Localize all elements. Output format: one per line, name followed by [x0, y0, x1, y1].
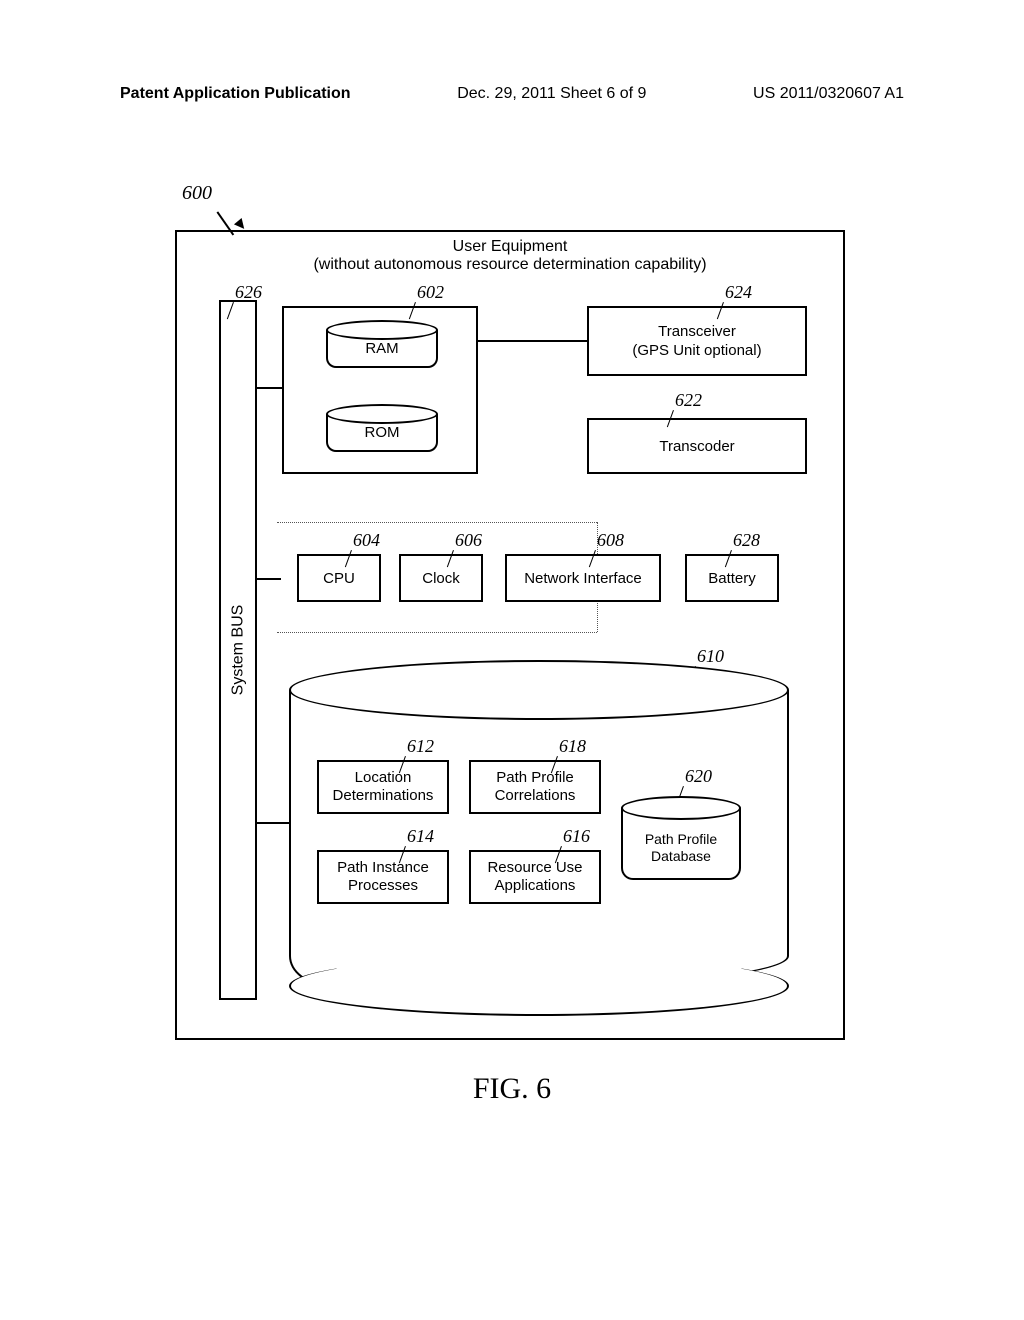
page-header: Patent Application Publication Dec. 29, … — [0, 85, 1024, 103]
ref-604: 604 — [353, 530, 380, 551]
ref-622: 622 — [675, 390, 702, 411]
path-instance-processes-box: Path Instance Processes — [317, 850, 449, 904]
resource-use-applications-box: Resource Use Applications — [469, 850, 601, 904]
clock-box: Clock — [399, 554, 483, 602]
clock-label: Clock — [422, 570, 460, 587]
header-right: US 2011/0320607 A1 — [753, 85, 904, 103]
cpu-box: CPU — [297, 554, 381, 602]
ram-cylinder-top — [326, 320, 438, 340]
ref-602: 602 — [417, 282, 444, 303]
system-bus-label: System BUS — [229, 605, 247, 696]
bus-connector-1 — [257, 387, 282, 389]
user-equipment-box: User Equipment (without autonomous resou… — [175, 230, 845, 1040]
ram-label: RAM — [365, 340, 398, 357]
transcoder-box: Transcoder — [587, 418, 807, 474]
ref-626: 626 — [235, 282, 262, 303]
ref-624: 624 — [725, 282, 752, 303]
ref-628: 628 — [733, 530, 760, 551]
bus-connector-3 — [257, 822, 289, 824]
path-profile-db-top — [621, 796, 741, 820]
system-bus-box: System BUS — [219, 300, 257, 1000]
header-left: Patent Application Publication — [120, 85, 351, 103]
ref-608: 608 — [597, 530, 624, 551]
main-subtitle: (without autonomous resource determinati… — [177, 256, 843, 282]
pathprof-l2: Correlations — [495, 787, 576, 805]
mem-to-transceiver-line — [478, 340, 587, 342]
ref-618: 618 — [559, 736, 586, 757]
ref-620: 620 — [685, 766, 712, 787]
ref-600: 600 — [182, 182, 212, 205]
rom-label: ROM — [365, 424, 400, 441]
memory-container: RAM ROM — [282, 306, 478, 474]
rom-cylinder-top — [326, 404, 438, 424]
battery-label: Battery — [708, 570, 756, 587]
loc-l2: Determinations — [333, 787, 434, 805]
path-profile-correlations-box: Path Profile Correlations — [469, 760, 601, 814]
transceiver-label-1: Transceiver — [658, 322, 736, 342]
ref-616: 616 — [563, 826, 590, 847]
figure-label: FIG. 6 — [0, 1072, 1024, 1106]
ref-614: 614 — [407, 826, 434, 847]
location-determinations-box: Location Determinations — [317, 760, 449, 814]
storage-cylinder-bottom — [289, 956, 789, 1016]
header-center: Dec. 29, 2011 Sheet 6 of 9 — [457, 85, 646, 103]
pathinst-l2: Processes — [348, 877, 418, 895]
ppdb-l1: Path Profile — [645, 831, 717, 848]
network-interface-box: Network Interface — [505, 554, 661, 602]
netif-label: Network Interface — [524, 570, 642, 587]
storage-cylinder-top — [289, 660, 789, 720]
ppdb-l2: Database — [651, 848, 711, 865]
resuse-l2: Applications — [495, 877, 576, 895]
ref-612: 612 — [407, 736, 434, 757]
transcoder-label: Transcoder — [659, 438, 734, 455]
cpu-label: CPU — [323, 570, 355, 587]
transceiver-box: Transceiver (GPS Unit optional) — [587, 306, 807, 376]
main-title: User Equipment — [177, 232, 843, 256]
bus-connector-2 — [257, 578, 281, 580]
ref-610: 610 — [697, 646, 724, 667]
dotted-bot — [277, 632, 597, 633]
ref-606: 606 — [455, 530, 482, 551]
dotted-top — [277, 522, 597, 523]
transceiver-label-2: (GPS Unit optional) — [632, 341, 761, 361]
